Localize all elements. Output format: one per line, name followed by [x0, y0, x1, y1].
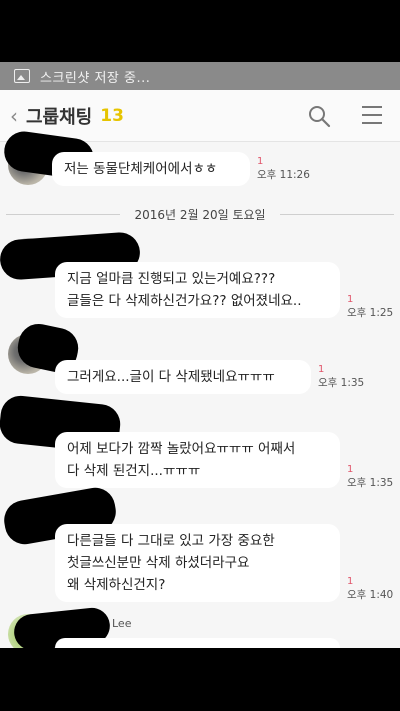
search-icon[interactable]: [307, 104, 331, 128]
chat-title: 그룹채팅: [26, 106, 93, 128]
chat-screen: ‹ 그룹채팅 13 저는 동물단체케어에서ㅎㅎ 1 오후 11:26 2016년…: [0, 90, 400, 648]
message-time: 오후 11:26: [257, 169, 310, 181]
message-bubble[interactable]: 지금 얼마큼 진행되고 있는거예요??? 글들은 다 삭제하신건가요?? 없어졌…: [55, 262, 340, 318]
message-bubble[interactable]: 다른글들 다 그대로 있고 가장 중요한 첫글쓰신분만 삭제 하셨더라구요 왜 …: [55, 524, 340, 602]
unread-count: 1: [347, 464, 354, 475]
screenshot-icon: [14, 69, 30, 83]
message-bubble-partial[interactable]: [55, 638, 340, 648]
message-meta: 1 오후 1:40: [347, 576, 393, 602]
sender-name: Lee: [112, 617, 132, 630]
member-count[interactable]: 13: [100, 106, 124, 126]
unread-count: 1: [257, 156, 264, 167]
chat-header: ‹ 그룹채팅 13: [0, 90, 400, 142]
bottom-black-area: [0, 648, 400, 711]
date-text: 2016년 2월 20일 토요일: [134, 207, 266, 222]
menu-icon[interactable]: [362, 106, 382, 124]
back-icon[interactable]: ‹: [4, 104, 24, 128]
message-meta: 1 오후 1:35: [347, 464, 393, 490]
message-time: 오후 1:35: [347, 477, 394, 489]
message-meta: 1 오후 11:26: [257, 156, 310, 182]
message-bubble[interactable]: 어제 보다가 깜짝 놀랐어요ㅠㅠㅠ 어째서 다 삭제 된건지...ㅠㅠㅠ: [55, 432, 340, 488]
message-time: 오후 1:40: [347, 589, 394, 601]
unread-count: 1: [347, 294, 354, 305]
message-meta: 1 오후 1:25: [347, 294, 393, 320]
message-meta: 1 오후 1:35: [318, 364, 364, 390]
notification-text: 스크린샷 저장 중...: [40, 70, 151, 86]
message-bubble[interactable]: 그러게요...글이 다 삭제됐네요ㅠㅠㅠ: [55, 360, 311, 394]
notification-bar: 스크린샷 저장 중...: [0, 62, 400, 90]
top-black-area: [0, 0, 400, 62]
message-time: 오후 1:25: [347, 307, 394, 319]
message-time: 오후 1:35: [318, 377, 365, 389]
date-separator: 2016년 2월 20일 토요일: [0, 204, 400, 224]
message-bubble[interactable]: 저는 동물단체케어에서ㅎㅎ: [52, 152, 250, 186]
unread-count: 1: [347, 576, 354, 587]
unread-count: 1: [318, 364, 325, 375]
